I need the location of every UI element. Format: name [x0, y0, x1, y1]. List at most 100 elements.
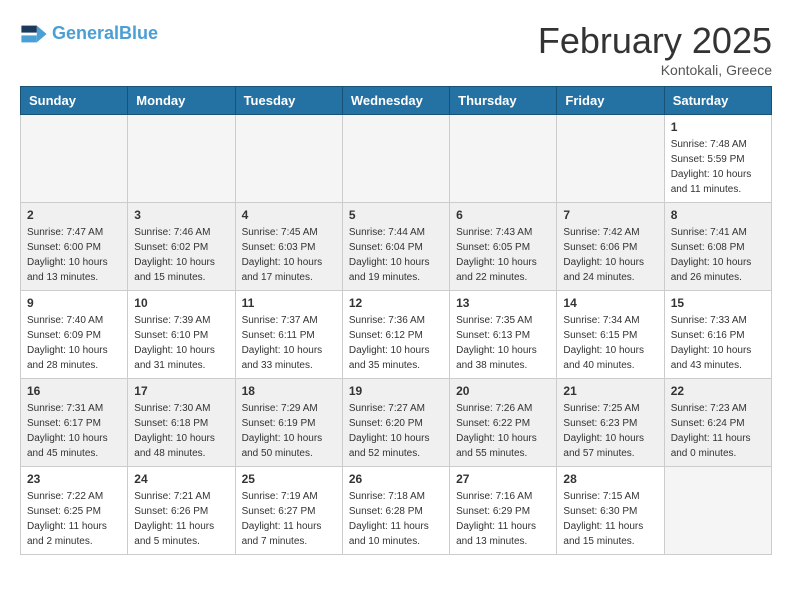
- day-info: Sunrise: 7:40 AM Sunset: 6:09 PM Dayligh…: [27, 313, 121, 373]
- calendar-day-cell: 20 Sunrise: 7:26 AM Sunset: 6:22 PM Dayli…: [450, 379, 557, 467]
- day-number: 19: [349, 384, 443, 398]
- day-number: 26: [349, 472, 443, 486]
- title-block: February 2025 Kontokali, Greece: [538, 20, 772, 78]
- day-number: 28: [563, 472, 657, 486]
- day-number: 3: [134, 208, 228, 222]
- day-info: Sunrise: 7:43 AM Sunset: 6:05 PM Dayligh…: [456, 225, 550, 285]
- calendar-day-cell: 15 Sunrise: 7:33 AM Sunset: 6:16 PM Dayli…: [664, 291, 771, 379]
- day-number: 13: [456, 296, 550, 310]
- day-info: Sunrise: 7:21 AM Sunset: 6:26 PM Dayligh…: [134, 489, 228, 549]
- day-number: 10: [134, 296, 228, 310]
- day-number: 24: [134, 472, 228, 486]
- calendar-day-cell: 14 Sunrise: 7:34 AM Sunset: 6:15 PM Dayli…: [557, 291, 664, 379]
- calendar-day-cell: 17 Sunrise: 7:30 AM Sunset: 6:18 PM Dayli…: [128, 379, 235, 467]
- day-number: 18: [242, 384, 336, 398]
- day-info: Sunrise: 7:30 AM Sunset: 6:18 PM Dayligh…: [134, 401, 228, 461]
- logo: GeneralBlue: [20, 20, 158, 48]
- day-number: 21: [563, 384, 657, 398]
- day-info: Sunrise: 7:15 AM Sunset: 6:30 PM Dayligh…: [563, 489, 657, 549]
- calendar-day-cell: 24 Sunrise: 7:21 AM Sunset: 6:26 PM Dayli…: [128, 467, 235, 555]
- calendar-week-row: 2Sunrise: 7:47 AM Sunset: 6:00 PM Daylig…: [21, 203, 772, 291]
- calendar-day-cell: 22Sunrise: 7:23 AM Sunset: 6:24 PM Dayli…: [664, 379, 771, 467]
- calendar-day-cell: [664, 467, 771, 555]
- calendar-week-row: 9 Sunrise: 7:40 AM Sunset: 6:09 PM Daylig…: [21, 291, 772, 379]
- page-header: GeneralBlue February 2025 Kontokali, Gre…: [20, 20, 772, 78]
- day-info: Sunrise: 7:26 AM Sunset: 6:22 PM Dayligh…: [456, 401, 550, 461]
- calendar-day-cell: [342, 115, 449, 203]
- calendar-day-cell: [235, 115, 342, 203]
- day-info: Sunrise: 7:19 AM Sunset: 6:27 PM Dayligh…: [242, 489, 336, 549]
- day-number: 12: [349, 296, 443, 310]
- calendar-day-cell: 9 Sunrise: 7:40 AM Sunset: 6:09 PM Daylig…: [21, 291, 128, 379]
- logo-icon: [20, 20, 48, 48]
- day-info: Sunrise: 7:36 AM Sunset: 6:12 PM Dayligh…: [349, 313, 443, 373]
- calendar-day-cell: 3 Sunrise: 7:46 AM Sunset: 6:02 PM Daylig…: [128, 203, 235, 291]
- day-info: Sunrise: 7:33 AM Sunset: 6:16 PM Dayligh…: [671, 313, 765, 373]
- calendar-day-cell: 16Sunrise: 7:31 AM Sunset: 6:17 PM Dayli…: [21, 379, 128, 467]
- calendar-week-row: 16Sunrise: 7:31 AM Sunset: 6:17 PM Dayli…: [21, 379, 772, 467]
- calendar-day-cell: 5 Sunrise: 7:44 AM Sunset: 6:04 PM Daylig…: [342, 203, 449, 291]
- calendar-day-cell: 6 Sunrise: 7:43 AM Sunset: 6:05 PM Daylig…: [450, 203, 557, 291]
- day-number: 27: [456, 472, 550, 486]
- day-number: 25: [242, 472, 336, 486]
- day-number: 5: [349, 208, 443, 222]
- calendar-day-cell: [557, 115, 664, 203]
- weekday-header: Friday: [557, 87, 664, 115]
- day-number: 9: [27, 296, 121, 310]
- calendar-day-cell: 4 Sunrise: 7:45 AM Sunset: 6:03 PM Daylig…: [235, 203, 342, 291]
- calendar-day-cell: 2Sunrise: 7:47 AM Sunset: 6:00 PM Daylig…: [21, 203, 128, 291]
- calendar-day-cell: 19 Sunrise: 7:27 AM Sunset: 6:20 PM Dayli…: [342, 379, 449, 467]
- day-info: Sunrise: 7:22 AM Sunset: 6:25 PM Dayligh…: [27, 489, 121, 549]
- day-number: 2: [27, 208, 121, 222]
- day-info: Sunrise: 7:44 AM Sunset: 6:04 PM Dayligh…: [349, 225, 443, 285]
- calendar-day-cell: 18 Sunrise: 7:29 AM Sunset: 6:19 PM Dayli…: [235, 379, 342, 467]
- day-info: Sunrise: 7:48 AM Sunset: 5:59 PM Dayligh…: [671, 137, 765, 197]
- weekday-header: Tuesday: [235, 87, 342, 115]
- day-info: Sunrise: 7:31 AM Sunset: 6:17 PM Dayligh…: [27, 401, 121, 461]
- calendar-day-cell: 1 Sunrise: 7:48 AM Sunset: 5:59 PM Daylig…: [664, 115, 771, 203]
- day-info: Sunrise: 7:29 AM Sunset: 6:19 PM Dayligh…: [242, 401, 336, 461]
- calendar-week-row: 23 Sunrise: 7:22 AM Sunset: 6:25 PM Dayli…: [21, 467, 772, 555]
- calendar-day-cell: [128, 115, 235, 203]
- calendar-day-cell: 23 Sunrise: 7:22 AM Sunset: 6:25 PM Dayli…: [21, 467, 128, 555]
- day-info: Sunrise: 7:16 AM Sunset: 6:29 PM Dayligh…: [456, 489, 550, 549]
- day-info: Sunrise: 7:39 AM Sunset: 6:10 PM Dayligh…: [134, 313, 228, 373]
- day-info: Sunrise: 7:35 AM Sunset: 6:13 PM Dayligh…: [456, 313, 550, 373]
- day-info: Sunrise: 7:27 AM Sunset: 6:20 PM Dayligh…: [349, 401, 443, 461]
- day-info: Sunrise: 7:41 AM Sunset: 6:08 PM Dayligh…: [671, 225, 765, 285]
- day-number: 6: [456, 208, 550, 222]
- day-number: 17: [134, 384, 228, 398]
- day-number: 4: [242, 208, 336, 222]
- calendar-day-cell: [21, 115, 128, 203]
- day-info: Sunrise: 7:42 AM Sunset: 6:06 PM Dayligh…: [563, 225, 657, 285]
- weekday-header: Thursday: [450, 87, 557, 115]
- day-number: 8: [671, 208, 765, 222]
- calendar-day-cell: 27 Sunrise: 7:16 AM Sunset: 6:29 PM Dayli…: [450, 467, 557, 555]
- weekday-header: Monday: [128, 87, 235, 115]
- day-number: 23: [27, 472, 121, 486]
- calendar-day-cell: 12 Sunrise: 7:36 AM Sunset: 6:12 PM Dayli…: [342, 291, 449, 379]
- calendar-day-cell: 13 Sunrise: 7:35 AM Sunset: 6:13 PM Dayli…: [450, 291, 557, 379]
- day-number: 1: [671, 120, 765, 134]
- day-info: Sunrise: 7:45 AM Sunset: 6:03 PM Dayligh…: [242, 225, 336, 285]
- day-info: Sunrise: 7:25 AM Sunset: 6:23 PM Dayligh…: [563, 401, 657, 461]
- logo-text: GeneralBlue: [52, 24, 158, 44]
- weekday-header: Sunday: [21, 87, 128, 115]
- calendar-day-cell: 8 Sunrise: 7:41 AM Sunset: 6:08 PM Daylig…: [664, 203, 771, 291]
- weekday-header: Wednesday: [342, 87, 449, 115]
- day-info: Sunrise: 7:34 AM Sunset: 6:15 PM Dayligh…: [563, 313, 657, 373]
- calendar-day-cell: 21 Sunrise: 7:25 AM Sunset: 6:23 PM Dayli…: [557, 379, 664, 467]
- day-number: 15: [671, 296, 765, 310]
- day-info: Sunrise: 7:37 AM Sunset: 6:11 PM Dayligh…: [242, 313, 336, 373]
- month-title: February 2025: [538, 20, 772, 62]
- calendar-day-cell: 25 Sunrise: 7:19 AM Sunset: 6:27 PM Dayli…: [235, 467, 342, 555]
- weekday-header: Saturday: [664, 87, 771, 115]
- day-number: 14: [563, 296, 657, 310]
- day-number: 11: [242, 296, 336, 310]
- day-number: 22: [671, 384, 765, 398]
- day-info: Sunrise: 7:18 AM Sunset: 6:28 PM Dayligh…: [349, 489, 443, 549]
- calendar-day-cell: [450, 115, 557, 203]
- day-info: Sunrise: 7:46 AM Sunset: 6:02 PM Dayligh…: [134, 225, 228, 285]
- day-number: 20: [456, 384, 550, 398]
- calendar-day-cell: 28 Sunrise: 7:15 AM Sunset: 6:30 PM Dayli…: [557, 467, 664, 555]
